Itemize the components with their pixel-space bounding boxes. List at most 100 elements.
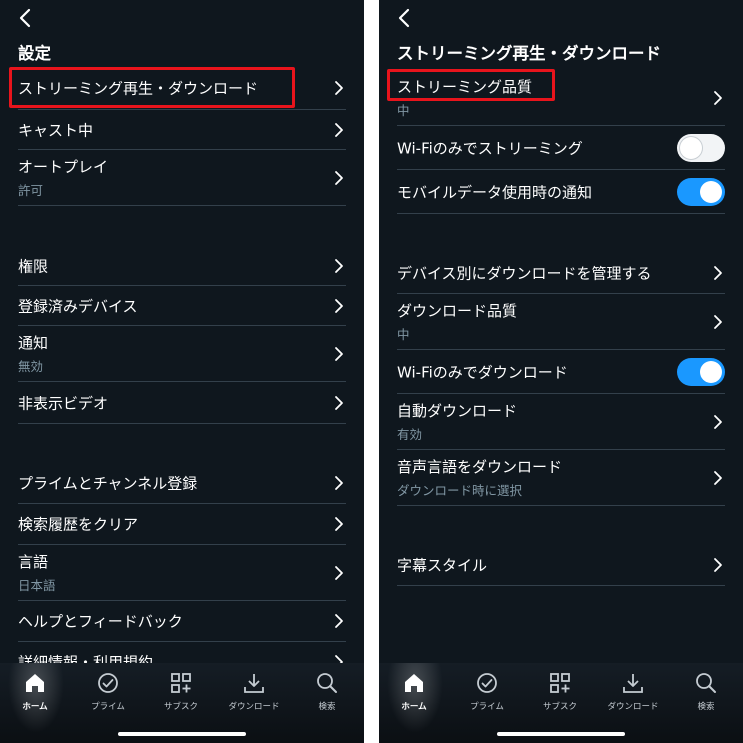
setting-label: Wi-Fiのみでストリーミング	[397, 139, 583, 157]
menu-item-label: 音声言語をダウンロード	[397, 458, 563, 476]
menu-item-label: 字幕スタイル	[397, 556, 488, 574]
nav-prime[interactable]: プライム	[452, 671, 522, 712]
menu-item-streaming-quality[interactable]: ストリーミング品質 中	[397, 70, 725, 126]
nav-prime[interactable]: プライム	[73, 671, 143, 712]
menu-item-value: 許可	[18, 183, 44, 198]
chevron-right-icon	[713, 414, 723, 430]
nav-downloads[interactable]: ダウンロード	[598, 671, 668, 712]
setting-wifi-only-download: Wi-Fiのみでダウンロード	[397, 350, 725, 394]
chevron-left-icon	[19, 8, 31, 28]
page-title: 設定	[18, 44, 51, 63]
nav-subscriptions[interactable]: サブスク	[525, 671, 595, 712]
back-button[interactable]	[14, 6, 38, 30]
menu-item-label: デバイス別にダウンロードを管理する	[397, 264, 652, 282]
menu-item-value: 有効	[397, 427, 423, 442]
chevron-right-icon	[334, 80, 344, 96]
menu-item-manage-downloads[interactable]: デバイス別にダウンロードを管理する	[397, 252, 725, 294]
menu-item-value: 日本語	[18, 578, 56, 593]
wifi-download-toggle[interactable]	[677, 357, 725, 386]
nav-downloads[interactable]: ダウンロード	[219, 671, 289, 712]
nav-label: サブスク	[542, 702, 577, 712]
menu-item-permissions[interactable]: 権限	[18, 246, 346, 286]
menu-item-label: ストリーミング再生・ダウンロード	[18, 79, 259, 97]
chevron-right-icon	[334, 258, 344, 274]
setting-label: モバイルデータ使用時の通知	[397, 183, 593, 201]
menu-item-label: 登録済みデバイス	[18, 297, 138, 315]
menu-item-streaming-download[interactable]: ストリーミング再生・ダウンロード	[18, 66, 346, 110]
toggle-knob	[700, 360, 722, 383]
page-title: ストリーミング再生・ダウンロード	[397, 44, 661, 63]
menu-item-registered-devices[interactable]: 登録済みデバイス	[18, 286, 346, 326]
chevron-right-icon	[713, 470, 723, 486]
toggle-knob	[700, 180, 722, 203]
download-icon	[623, 674, 643, 693]
home-indicator	[497, 732, 625, 736]
setting-wifi-only-streaming: Wi-Fiのみでストリーミング	[397, 126, 725, 170]
chevron-right-icon	[334, 346, 344, 362]
nav-label: 検索	[697, 702, 715, 712]
menu-item-clear-search-history[interactable]: 検索履歴をクリア	[18, 504, 346, 545]
back-button[interactable]	[393, 6, 417, 30]
chevron-right-icon	[334, 565, 344, 581]
chevron-right-icon	[334, 170, 344, 186]
setting-label: Wi-Fiのみでダウンロード	[397, 363, 568, 381]
streaming-download-screen: ストリーミング再生・ダウンロード ストリーミング品質 中 Wi-Fiのみでストリ…	[379, 0, 743, 743]
wifi-streaming-toggle[interactable]	[677, 133, 725, 162]
menu-item-help-feedback[interactable]: ヘルプとフィードバック	[18, 601, 346, 642]
chevron-left-icon	[398, 8, 410, 28]
menu-item-label: 権限	[18, 257, 49, 275]
menu-item-download-quality[interactable]: ダウンロード品質 中	[397, 294, 725, 350]
menu-item-auto-download[interactable]: 自動ダウンロード 有効	[397, 394, 725, 450]
menu-item-autoplay[interactable]: オートプレイ 許可	[18, 150, 346, 206]
chevron-right-icon	[334, 516, 344, 532]
check-circle-icon	[98, 673, 118, 693]
chevron-right-icon	[713, 265, 723, 281]
check-circle-icon	[477, 673, 497, 693]
bottom-nav: ホーム プライム サブスク ダウンロード 検索	[0, 663, 364, 743]
grid-plus-icon	[550, 673, 570, 693]
nav-label: ダウンロード	[228, 702, 280, 712]
menu-item-casting[interactable]: キャスト中	[18, 110, 346, 150]
menu-item-label: 非表示ビデオ	[18, 394, 109, 412]
chevron-right-icon	[713, 557, 723, 573]
nav-search[interactable]: 検索	[671, 671, 741, 712]
menu-item-label: ダウンロード品質	[397, 302, 518, 320]
download-icon	[244, 674, 264, 693]
chevron-right-icon	[334, 613, 344, 629]
menu-item-label: オートプレイ	[18, 158, 109, 176]
chevron-right-icon	[334, 122, 344, 138]
menu-item-notifications[interactable]: 通知 無効	[18, 326, 346, 382]
nav-label: ダウンロード	[607, 702, 659, 712]
nav-label: サブスク	[163, 702, 198, 712]
menu-item-label: 自動ダウンロード	[397, 402, 518, 420]
toggle-knob	[680, 136, 702, 159]
nav-subscriptions[interactable]: サブスク	[146, 671, 216, 712]
mobile-data-notify-toggle[interactable]	[677, 177, 725, 206]
search-icon	[696, 673, 716, 693]
menu-item-subtitle-style[interactable]: 字幕スタイル	[397, 544, 725, 586]
menu-item-value: 中	[397, 103, 410, 118]
menu-item-prime-channels[interactable]: プライムとチャンネル登録	[18, 462, 346, 504]
home-indicator	[118, 732, 246, 736]
chevron-right-icon	[713, 90, 723, 106]
menu-item-audio-language[interactable]: 音声言語をダウンロード ダウンロード時に選択	[397, 450, 725, 506]
menu-item-label: プライムとチャンネル登録	[18, 474, 198, 492]
chevron-right-icon	[334, 395, 344, 411]
menu-item-label: ヘルプとフィードバック	[18, 612, 183, 631]
nav-label: 検索	[318, 702, 336, 712]
menu-item-language[interactable]: 言語 日本語	[18, 545, 346, 601]
menu-item-label: 検索履歴をクリア	[18, 515, 139, 534]
chevron-right-icon	[713, 314, 723, 330]
home-icon	[405, 674, 423, 692]
menu-item-label: 言語	[18, 553, 49, 571]
nav-label: プライム	[470, 702, 504, 712]
nav-home[interactable]: ホーム	[0, 671, 70, 712]
bottom-nav: ホーム プライム サブスク ダウンロード 検索	[379, 663, 743, 743]
grid-plus-icon	[171, 673, 191, 693]
menu-item-label: 通知	[18, 334, 49, 352]
search-icon	[317, 673, 337, 693]
nav-search[interactable]: 検索	[292, 671, 362, 712]
menu-item-hidden-videos[interactable]: 非表示ビデオ	[18, 382, 346, 424]
nav-label: ホーム	[401, 702, 427, 712]
nav-home[interactable]: ホーム	[379, 671, 449, 712]
